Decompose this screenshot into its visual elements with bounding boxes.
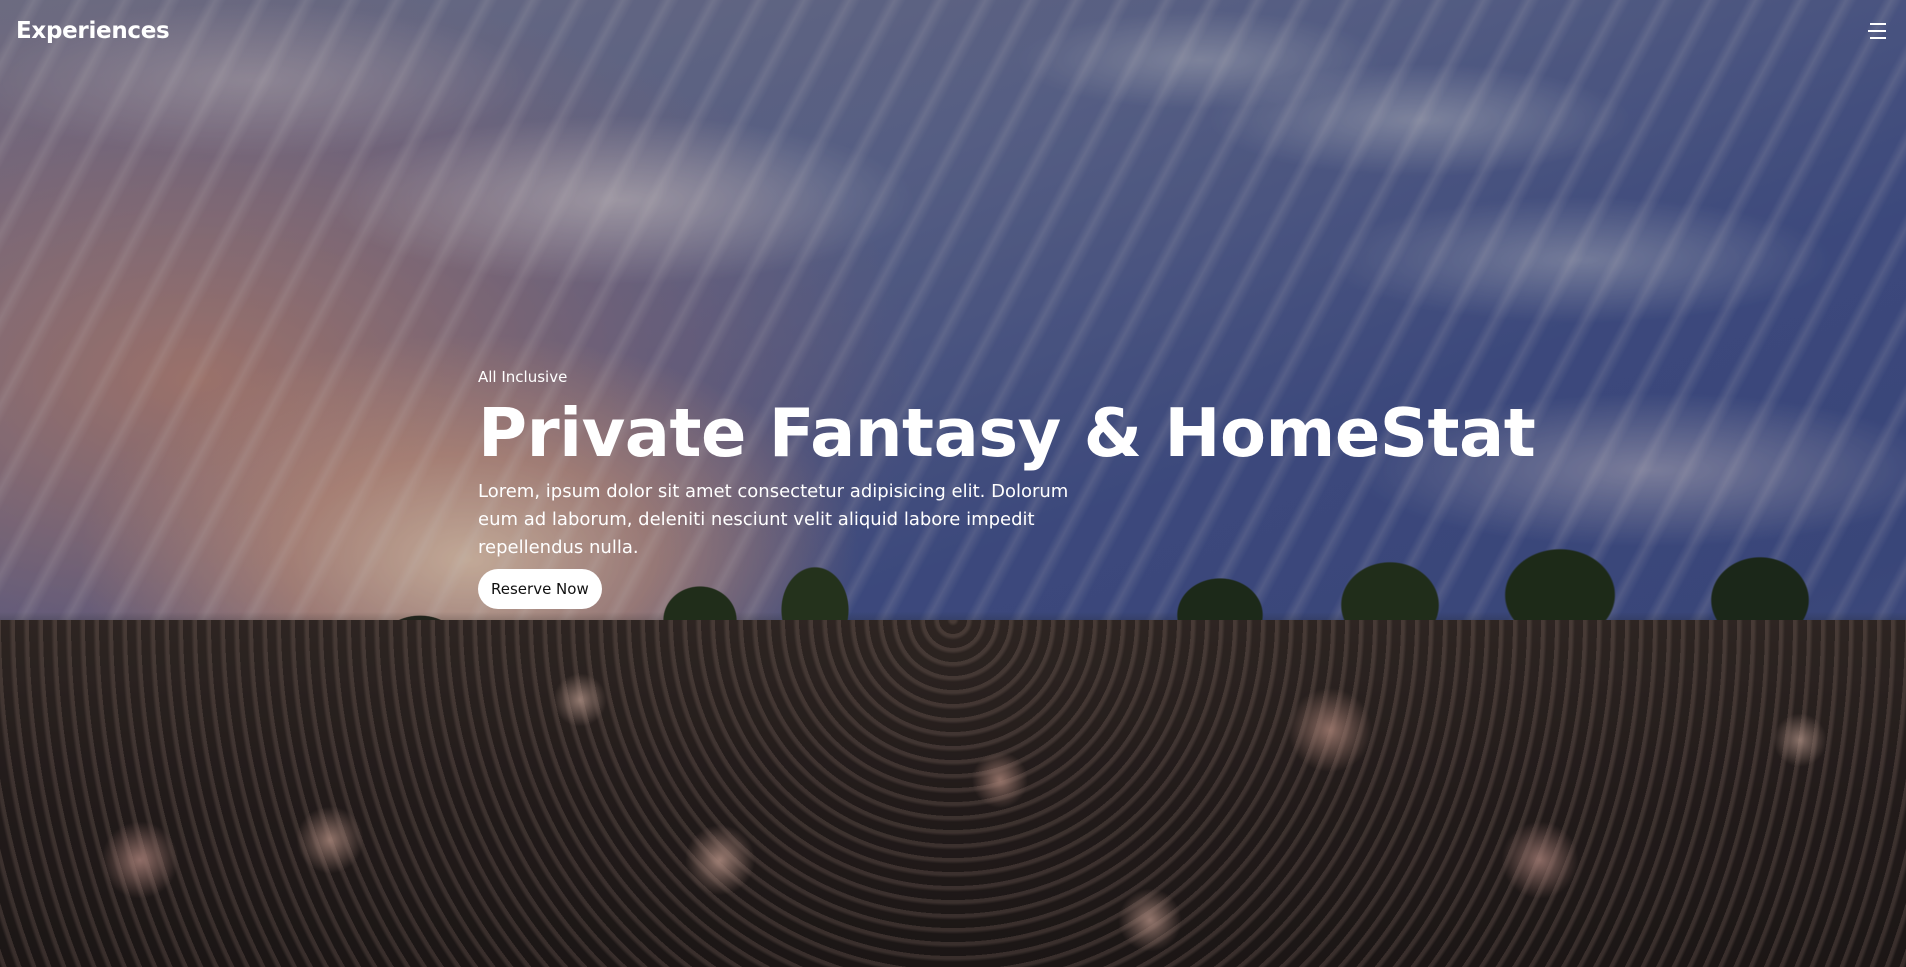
reserve-now-button[interactable]: Reserve Now (478, 569, 602, 609)
hero-eyebrow: All Inclusive (478, 368, 568, 386)
hero-headline: Private Fantasy & HomeStat (478, 394, 1536, 472)
hero-description: Lorem, ipsum dolor sit amet consectetur … (478, 481, 1069, 558)
hero-content: All Inclusive Private Fantasy & HomeStat… (478, 368, 1536, 609)
brand-logo[interactable]: Experiences (16, 18, 170, 44)
hamburger-menu-icon[interactable] (1866, 21, 1888, 41)
hero-section: Experiences All Inclusive Private Fantas… (0, 0, 1906, 967)
